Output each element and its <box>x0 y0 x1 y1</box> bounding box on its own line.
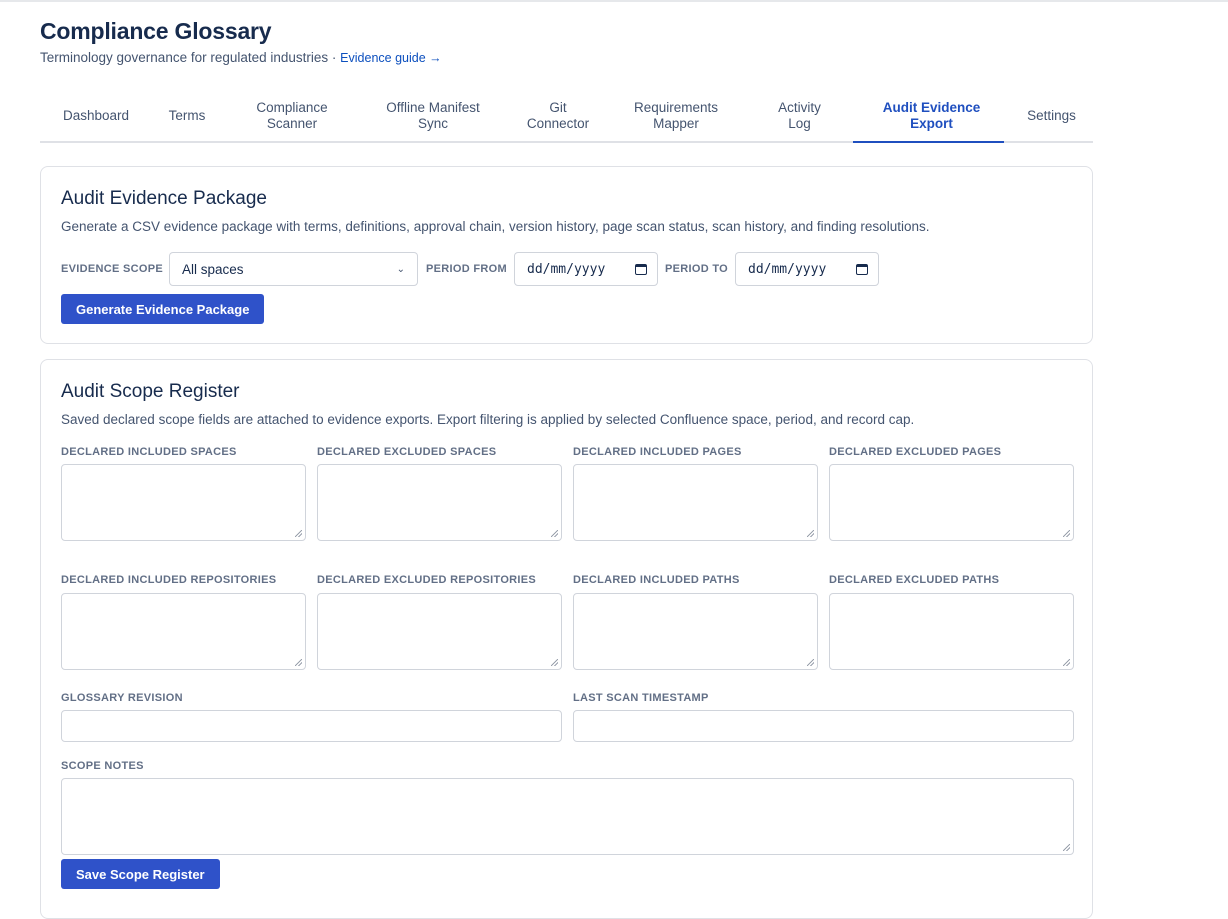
period-to-input[interactable]: dd/mm/yyyy <box>735 252 879 286</box>
tab-requirements-mapper[interactable]: Requirements Mapper <box>606 90 740 141</box>
evidence-package-description: Generate a CSV evidence package with ter… <box>61 219 930 234</box>
tab-label: Export <box>910 115 953 131</box>
excluded-paths-textarea[interactable] <box>829 593 1074 670</box>
last-scan-timestamp-label: LAST SCAN TIMESTAMP <box>573 692 709 704</box>
tab-dashboard[interactable]: Dashboard <box>40 90 146 141</box>
included-paths-textarea[interactable] <box>573 593 818 670</box>
evidence-scope-value: All spaces <box>182 261 244 277</box>
subtitle-text: Terminology governance for regulated ind… <box>40 50 341 65</box>
evidence-scope-label: EVIDENCE SCOPE <box>61 263 164 275</box>
excluded-repositories-label: DECLARED EXCLUDED REPOSITORIES <box>317 574 537 586</box>
last-scan-timestamp-input[interactable] <box>573 710 1074 742</box>
included-pages-textarea[interactable] <box>573 464 818 541</box>
main-tabs: Dashboard Terms Compliance Scanner Offlin… <box>40 90 1093 143</box>
tab-label: Mapper <box>653 115 699 131</box>
scope-notes-textarea[interactable] <box>61 778 1074 855</box>
tab-settings[interactable]: Settings <box>1004 90 1093 141</box>
tab-label: Offline Manifest <box>386 99 480 115</box>
included-repositories-label: DECLARED INCLUDED REPOSITORIES <box>61 574 277 586</box>
evidence-guide-link[interactable]: Evidence guide → <box>340 51 441 65</box>
calendar-icon[interactable] <box>635 263 647 275</box>
glossary-revision-input[interactable] <box>61 710 562 742</box>
tab-label: Requirements <box>633 99 719 115</box>
app-title: Compliance Glossary <box>40 18 272 44</box>
calendar-icon[interactable] <box>856 263 868 275</box>
tab-label: Log <box>788 115 811 131</box>
tab-label: Scanner <box>266 115 318 131</box>
chevron-down-icon: ⌄ <box>396 263 405 275</box>
tab-label: Connector <box>526 115 590 131</box>
tab-git-connector[interactable]: Git Connector <box>504 90 606 141</box>
period-to-placeholder: dd/mm/yyyy <box>748 261 827 277</box>
excluded-paths-label: DECLARED EXCLUDED PATHS <box>829 574 1000 586</box>
tab-label: Settings <box>1027 107 1076 123</box>
tab-label: Git <box>549 99 567 115</box>
period-from-input[interactable]: dd/mm/yyyy <box>514 252 658 286</box>
app-subtitle: Terminology governance for regulated ind… <box>40 50 442 65</box>
excluded-pages-textarea[interactable] <box>829 464 1074 541</box>
excluded-repositories-textarea[interactable] <box>317 593 562 670</box>
scope-register-description: Saved declared scope fields are attached… <box>61 412 915 427</box>
tab-label: Compliance <box>256 99 328 115</box>
tab-label: Audit Evidence <box>882 99 981 115</box>
glossary-revision-label: GLOSSARY REVISION <box>61 692 183 704</box>
included-spaces-textarea[interactable] <box>61 464 306 541</box>
audit-evidence-package-card: Audit Evidence Package Generate a CSV ev… <box>40 166 1093 344</box>
generate-evidence-package-button[interactable]: Generate Evidence Package <box>61 294 265 324</box>
evidence-package-title: Audit Evidence Package <box>61 188 267 209</box>
tab-activity-log[interactable]: Activity Log <box>740 90 853 141</box>
tab-label: Terms <box>168 107 206 123</box>
included-repositories-textarea[interactable] <box>61 593 306 670</box>
included-spaces-label: DECLARED INCLUDED SPACES <box>61 446 237 458</box>
tab-terms[interactable]: Terms <box>146 90 222 141</box>
tab-compliance-scanner[interactable]: Compliance Scanner <box>222 90 356 141</box>
scope-register-title: Audit Scope Register <box>61 381 240 402</box>
excluded-pages-label: DECLARED EXCLUDED PAGES <box>829 446 1002 458</box>
included-pages-label: DECLARED INCLUDED PAGES <box>573 446 742 458</box>
tab-label: Dashboard <box>62 107 130 123</box>
scope-notes-label: SCOPE NOTES <box>61 760 144 772</box>
tab-label: Activity <box>778 99 821 115</box>
save-scope-register-button[interactable]: Save Scope Register <box>61 859 220 889</box>
top-divider <box>0 0 1228 2</box>
tab-offline-manifest-sync[interactable]: Offline Manifest Sync <box>356 90 504 141</box>
period-from-label: PERIOD FROM <box>426 263 507 275</box>
evidence-scope-select[interactable]: All spaces ⌄ <box>169 252 418 286</box>
period-from-placeholder: dd/mm/yyyy <box>527 261 606 277</box>
tab-audit-evidence-export[interactable]: Audit Evidence Export <box>853 90 1004 143</box>
period-to-label: PERIOD TO <box>665 263 729 275</box>
excluded-spaces-label: DECLARED EXCLUDED SPACES <box>317 446 497 458</box>
excluded-spaces-textarea[interactable] <box>317 464 562 541</box>
tab-label: Sync <box>417 115 448 131</box>
included-paths-label: DECLARED INCLUDED PATHS <box>573 574 740 586</box>
audit-scope-register-card: Audit Scope Register Saved declared scop… <box>40 359 1093 919</box>
